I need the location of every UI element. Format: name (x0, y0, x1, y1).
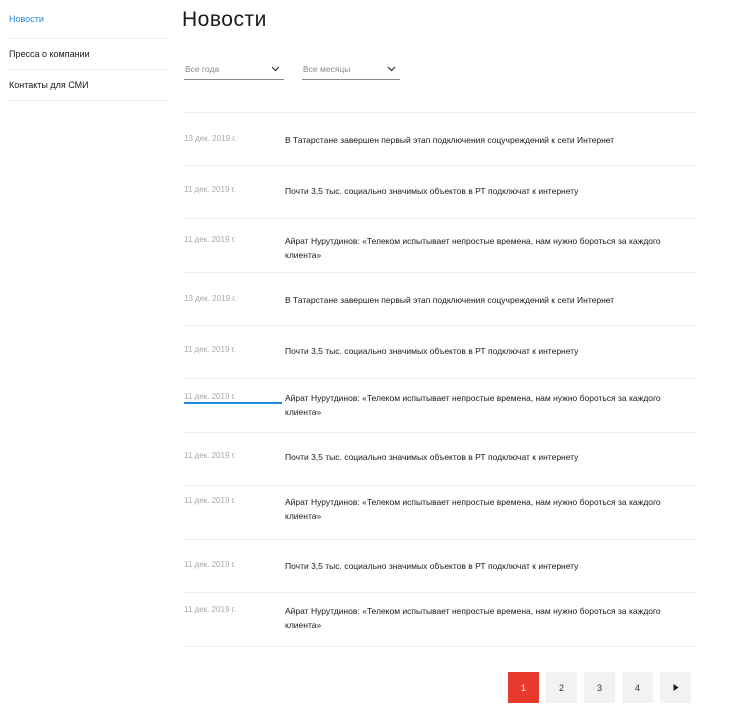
chevron-down-icon (270, 64, 280, 74)
news-title-link[interactable]: Айрат Нурутдинов: «Телеком испытывает не… (285, 605, 665, 632)
news-date: 11 дек. 2019 г. (184, 496, 236, 505)
sidebar-item-label: Пресса о компании (9, 49, 90, 59)
news-title-link[interactable]: В Татарстане завершен первый этап подклю… (285, 294, 665, 308)
news-list: 13 дек. 2019 г. В Татарстане завершен пе… (184, 112, 696, 647)
year-select-value: Все года (185, 63, 220, 74)
sidebar-item-media-contacts[interactable]: Контакты для СМИ (9, 70, 168, 101)
news-title-link[interactable]: Почти 3,5 тыс. социально значимых объект… (285, 345, 665, 359)
news-title-link[interactable]: Айрат Нурутдинов: «Телеком испытывает не… (285, 496, 665, 523)
news-title-link[interactable]: Почти 3,5 тыс. социально значимых объект… (285, 185, 665, 199)
news-date: 13 дек. 2019 г. (184, 134, 237, 143)
news-title-link[interactable]: Айрат Нурутдинов: «Телеком испытывает не… (285, 392, 665, 419)
sidebar-item-news[interactable]: Новости (9, 0, 168, 39)
news-item[interactable]: 11 дек. 2019 г. Почти 3,5 тыс. социально… (184, 540, 696, 593)
news-title-link[interactable]: Почти 3,5 тыс. социально значимых объект… (285, 451, 665, 465)
sidebar-item-label: Контакты для СМИ (9, 80, 89, 90)
news-item[interactable]: 11 дек. 2019 г. Айрат Нурутдинов: «Телек… (184, 486, 696, 540)
page-button-4[interactable]: 4 (622, 672, 653, 703)
sidebar-item-label: Новости (9, 14, 44, 24)
news-date: 11 дек. 2019 г. (184, 345, 236, 354)
news-item[interactable]: 11 дек. 2019 г. Айрат Нурутдинов: «Телек… (184, 379, 696, 433)
news-date: 11 дек. 2019 г. (184, 392, 285, 404)
news-date: 11 дек. 2019 г. (184, 185, 236, 194)
play-right-icon (673, 683, 679, 693)
page-button-2[interactable]: 2 (546, 672, 577, 703)
news-title-link[interactable]: Айрат Нурутдинов: «Телеком испытывает не… (285, 235, 665, 262)
month-select[interactable]: Все месяцы (302, 58, 400, 80)
news-item[interactable]: 11 дек. 2019 г. Айрат Нурутдинов: «Телек… (184, 219, 696, 273)
sidebar-item-press[interactable]: Пресса о компании (9, 39, 168, 70)
month-select-value: Все месяцы (303, 63, 351, 74)
page-button-1[interactable]: 1 (508, 672, 539, 703)
news-item[interactable]: 11 дек. 2019 г. Почти 3,5 тыс. социально… (184, 166, 696, 219)
pagination: 1 2 3 4 (508, 672, 691, 703)
year-select[interactable]: Все года (184, 58, 284, 80)
news-title-link[interactable]: Почти 3,5 тыс. социально значимых объект… (285, 560, 665, 574)
next-page-button[interactable] (660, 672, 691, 703)
news-date: 11 дек. 2019 г. (184, 235, 236, 244)
sidebar: Новости Пресса о компании Контакты для С… (9, 0, 168, 101)
news-item[interactable]: 13 дек. 2019 г. В Татарстане завершен пе… (184, 273, 696, 326)
news-item[interactable]: 11 дек. 2019 г. Айрат Нурутдинов: «Телек… (184, 593, 696, 647)
news-title-link[interactable]: В Татарстане завершен первый этап подклю… (285, 134, 665, 148)
news-item[interactable]: 11 дек. 2019 г. Почти 3,5 тыс. социально… (184, 433, 696, 486)
page-title: Новости (182, 8, 267, 31)
news-date: 13 дек. 2019 г. (184, 294, 237, 303)
news-date: 11 дек. 2019 г. (184, 605, 236, 614)
news-date: 11 дек. 2019 г. (184, 451, 236, 460)
news-item[interactable]: 13 дек. 2019 г. В Татарстане завершен пе… (184, 113, 696, 166)
filters: Все года Все месяцы (184, 58, 400, 80)
news-date: 11 дек. 2019 г. (184, 560, 236, 569)
chevron-down-icon (386, 64, 396, 74)
news-item[interactable]: 11 дек. 2019 г. Почти 3,5 тыс. социально… (184, 326, 696, 379)
page-button-3[interactable]: 3 (584, 672, 615, 703)
